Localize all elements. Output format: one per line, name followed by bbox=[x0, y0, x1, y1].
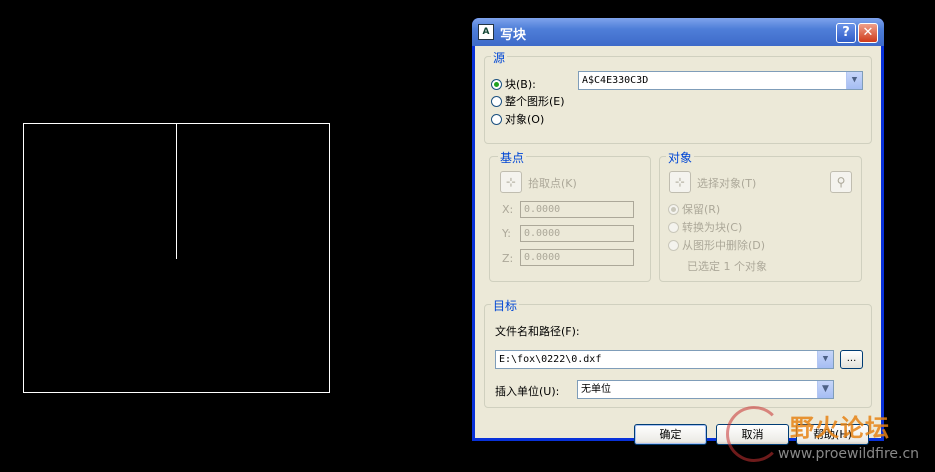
radio-entire-drawing-indicator[interactable] bbox=[491, 95, 502, 107]
drawing-vertical-line bbox=[176, 124, 177, 259]
dialog-title: 写块 bbox=[500, 28, 527, 43]
chevron-down-icon[interactable]: ▼ bbox=[817, 351, 833, 368]
select-objects-icon: ⊹ bbox=[674, 175, 686, 189]
selection-status: 已选定 1 个对象 bbox=[687, 260, 767, 273]
block-name-combo[interactable]: A$C4E330C3D ▼ bbox=[578, 71, 863, 90]
radio-convert-indicator[interactable] bbox=[668, 221, 679, 233]
ok-button[interactable]: 确定 bbox=[634, 424, 707, 445]
radio-delete-label: 从图形中删除(D) bbox=[682, 239, 766, 252]
title-bar[interactable]: A 写块 ? ✕ bbox=[472, 18, 884, 46]
radio-objects-indicator[interactable] bbox=[491, 113, 502, 125]
radio-convert-label: 转换为块(C) bbox=[682, 221, 743, 234]
radio-delete[interactable]: 从图形中删除(D) bbox=[668, 237, 765, 253]
quick-select-button[interactable]: ⚲ bbox=[830, 171, 852, 193]
dialog-client: 源 块(B): A$C4E330C3D ▼ 整个图形(E) 对象(O) 基点 ⊹… bbox=[475, 46, 881, 445]
watermark-logo bbox=[726, 406, 782, 462]
source-group-label: 源 bbox=[491, 49, 508, 66]
pick-point-icon: ⊹ bbox=[505, 175, 517, 189]
insert-units-value: 无单位 bbox=[581, 384, 611, 395]
radio-block[interactable]: 块(B): bbox=[491, 76, 536, 92]
chevron-down-icon[interactable]: ▼ bbox=[846, 72, 862, 89]
browse-button[interactable]: ... bbox=[840, 350, 863, 369]
file-path-combo[interactable]: E:\fox\0222\0.dxf ▼ bbox=[495, 350, 834, 369]
x-field[interactable]: 0.0000 bbox=[520, 201, 634, 218]
close-button[interactable]: ✕ bbox=[858, 23, 878, 43]
insert-units-label: 插入单位(U): bbox=[495, 385, 560, 398]
select-objects-button[interactable]: ⊹ bbox=[669, 171, 691, 193]
funnel-icon: ⚲ bbox=[836, 175, 846, 189]
radio-entire-drawing[interactable]: 整个图形(E) bbox=[491, 93, 565, 109]
radio-convert[interactable]: 转换为块(C) bbox=[668, 219, 742, 235]
y-field[interactable]: 0.0000 bbox=[520, 225, 634, 242]
watermark-text: 野火论坛 bbox=[790, 414, 890, 442]
select-objects-label: 选择对象(T) bbox=[697, 177, 757, 190]
base-point-group-label: 基点 bbox=[498, 149, 527, 166]
watermark: 野火论坛 www.proewildfire.cn bbox=[718, 404, 935, 472]
app-icon: A bbox=[478, 24, 494, 40]
destination-group-label: 目标 bbox=[491, 297, 520, 314]
file-path-label: 文件名和路径(F): bbox=[495, 325, 580, 338]
radio-retain-indicator[interactable] bbox=[668, 203, 679, 215]
block-name-value: A$C4E330C3D bbox=[582, 75, 649, 86]
objects-group-label: 对象 bbox=[666, 149, 695, 166]
insert-units-combo[interactable]: 无单位 ▼ bbox=[577, 380, 834, 399]
chevron-down-icon[interactable]: ▼ bbox=[817, 381, 833, 398]
radio-entire-drawing-label: 整个图形(E) bbox=[505, 95, 565, 108]
radio-retain[interactable]: 保留(R) bbox=[668, 201, 720, 217]
watermark-url: www.proewildfire.cn bbox=[778, 446, 920, 462]
file-path-value: E:\fox\0222\0.dxf bbox=[499, 354, 602, 365]
y-label: Y: bbox=[502, 227, 511, 240]
radio-delete-indicator[interactable] bbox=[668, 239, 679, 251]
radio-objects-label: 对象(O) bbox=[505, 113, 545, 126]
radio-retain-label: 保留(R) bbox=[682, 203, 721, 216]
x-label: X: bbox=[502, 203, 514, 216]
z-field[interactable]: 0.0000 bbox=[520, 249, 634, 266]
help-title-button[interactable]: ? bbox=[836, 23, 856, 43]
pick-point-button[interactable]: ⊹ bbox=[500, 171, 522, 193]
pick-point-label: 拾取点(K) bbox=[528, 177, 577, 190]
radio-block-label: 块(B): bbox=[505, 78, 536, 91]
radio-objects[interactable]: 对象(O) bbox=[491, 111, 544, 127]
write-block-dialog: A 写块 ? ✕ 源 块(B): A$C4E330C3D ▼ 整个图形(E) 对… bbox=[472, 18, 884, 445]
radio-block-indicator[interactable] bbox=[491, 78, 502, 90]
z-label: Z: bbox=[502, 252, 514, 265]
